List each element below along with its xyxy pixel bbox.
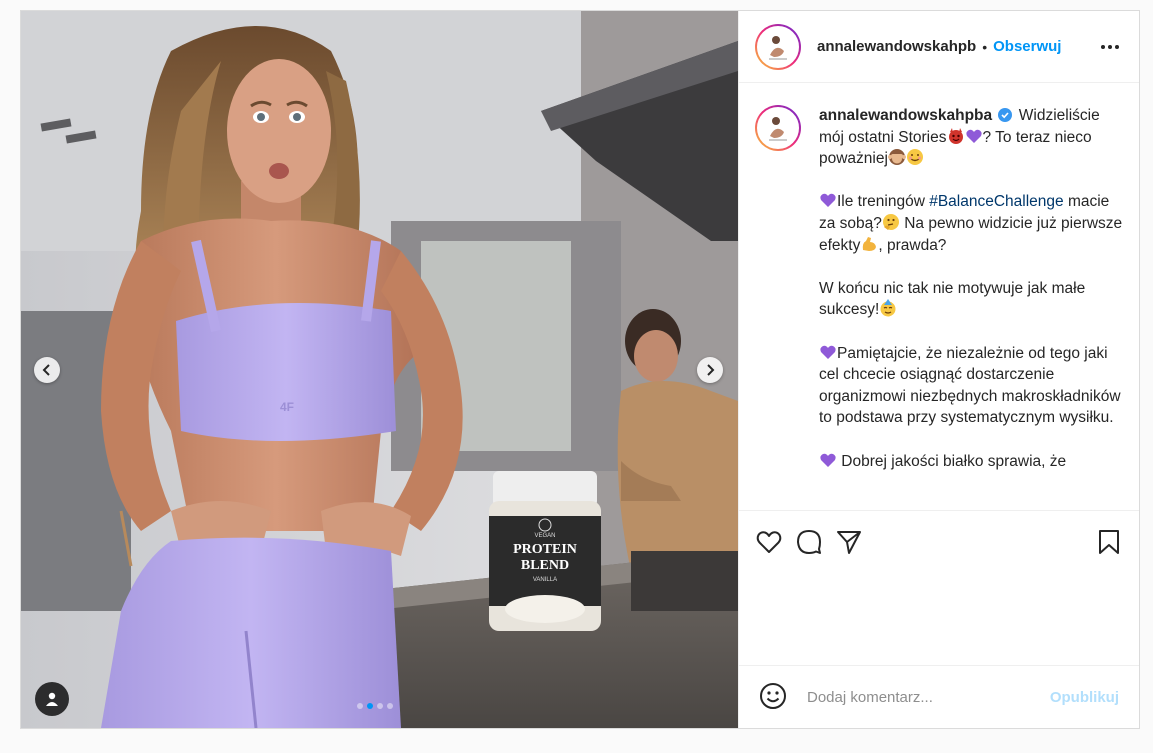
caption-text-5: Dobrej jakości białko sprawia, że bbox=[837, 452, 1067, 470]
header-username[interactable]: annalewandowskahpb bbox=[817, 38, 976, 55]
bookmark-icon bbox=[1099, 530, 1119, 554]
caption-username[interactable]: annalewandowskahpba bbox=[819, 107, 992, 124]
post-side-panel: annalewandowskahpb • Obserwuj annalewand… bbox=[738, 11, 1139, 728]
devil-emoji-icon bbox=[947, 127, 965, 145]
comment-input[interactable] bbox=[807, 688, 1050, 706]
jar-label-line1: PROTEIN bbox=[513, 542, 577, 557]
caption-paragraph-5: Dobrej jakości białko sprawia, że bbox=[819, 451, 1123, 473]
caption-paragraph-3: W końcu nic tak nie motywuje jak małe su… bbox=[819, 278, 1123, 321]
partying-face-icon bbox=[879, 299, 897, 317]
more-options-button[interactable] bbox=[1099, 39, 1121, 55]
caption-paragraph-2: Ile treningów #BalanceChallenge macie za… bbox=[819, 191, 1123, 256]
comment-icon bbox=[797, 530, 821, 554]
emoji-picker-button[interactable] bbox=[759, 682, 789, 712]
thinking-face-icon bbox=[882, 213, 900, 231]
like-button[interactable] bbox=[755, 522, 795, 562]
smiling-face-icon bbox=[906, 148, 924, 166]
tagged-users-button[interactable] bbox=[35, 682, 69, 716]
purple-heart-icon bbox=[819, 451, 837, 469]
caption-text-2d: , prawda? bbox=[878, 236, 947, 254]
carousel-dot bbox=[387, 703, 393, 709]
purple-heart-icon bbox=[819, 343, 837, 361]
brand-mark: 4F bbox=[280, 400, 294, 414]
smiley-icon bbox=[760, 683, 786, 709]
flexed-biceps-icon bbox=[860, 235, 878, 253]
instagram-post: VEGAN PROTEIN BLEND VANILLA 4F annalewan… bbox=[20, 10, 1140, 729]
monkey-emoji-icon bbox=[887, 148, 906, 166]
hashtag-link[interactable]: #BalanceChallenge bbox=[929, 193, 1063, 210]
post-actions bbox=[739, 510, 1139, 573]
chevron-right-icon bbox=[707, 364, 715, 376]
jar-label-small: VEGAN bbox=[534, 533, 555, 539]
comment-bar: Opublikuj bbox=[739, 665, 1139, 728]
avatar[interactable] bbox=[755, 23, 801, 70]
caption-area: annalewandowskahpba Widzieliście mój ost… bbox=[739, 83, 1139, 510]
purple-heart-icon bbox=[965, 127, 983, 145]
heart-icon bbox=[756, 531, 782, 553]
share-button[interactable] bbox=[835, 522, 875, 562]
share-icon bbox=[837, 531, 861, 554]
caption-avatar[interactable] bbox=[755, 105, 801, 151]
more-horizontal-icon bbox=[1101, 44, 1105, 49]
carousel-dot bbox=[377, 703, 383, 709]
follow-button[interactable]: Obserwuj bbox=[993, 38, 1061, 55]
caption-text-2a: Ile treningów bbox=[837, 193, 930, 211]
jar-label-line2: BLEND bbox=[521, 558, 569, 573]
carousel-dot bbox=[367, 703, 373, 709]
profile-logo-icon bbox=[761, 111, 795, 145]
caption-text-3: W końcu nic tak nie motywuje jak małe su… bbox=[819, 279, 1086, 319]
carousel-next-button[interactable] bbox=[697, 357, 723, 383]
carousel-indicator bbox=[357, 703, 393, 709]
caption-text: annalewandowskahpba Widzieliście mój ost… bbox=[819, 105, 1123, 510]
carousel-dot bbox=[357, 703, 363, 709]
carousel-prev-button[interactable] bbox=[34, 357, 60, 383]
post-media[interactable]: VEGAN PROTEIN BLEND VANILLA 4F bbox=[21, 11, 738, 728]
profile-logo-icon bbox=[761, 29, 795, 64]
save-button[interactable] bbox=[1083, 522, 1123, 562]
caption-text-4: Pamiętajcie, że niezależnie od tego jaki… bbox=[819, 344, 1121, 427]
caption-paragraph-1: annalewandowskahpba Widzieliście mój ost… bbox=[819, 105, 1123, 170]
person-icon bbox=[46, 692, 58, 706]
publish-button[interactable]: Opublikuj bbox=[1050, 689, 1119, 706]
header-separator: • bbox=[982, 38, 988, 55]
post-photo: VEGAN PROTEIN BLEND VANILLA 4F bbox=[21, 11, 738, 728]
post-header: annalewandowskahpb • Obserwuj bbox=[739, 11, 1139, 83]
caption-paragraph-4: Pamiętajcie, że niezależnie od tego jaki… bbox=[819, 343, 1123, 429]
comment-button[interactable] bbox=[795, 522, 835, 562]
verified-badge-icon bbox=[998, 108, 1013, 122]
chevron-left-icon bbox=[42, 364, 50, 376]
purple-heart-icon bbox=[819, 191, 837, 209]
jar-label-flavor: VANILLA bbox=[533, 577, 557, 583]
